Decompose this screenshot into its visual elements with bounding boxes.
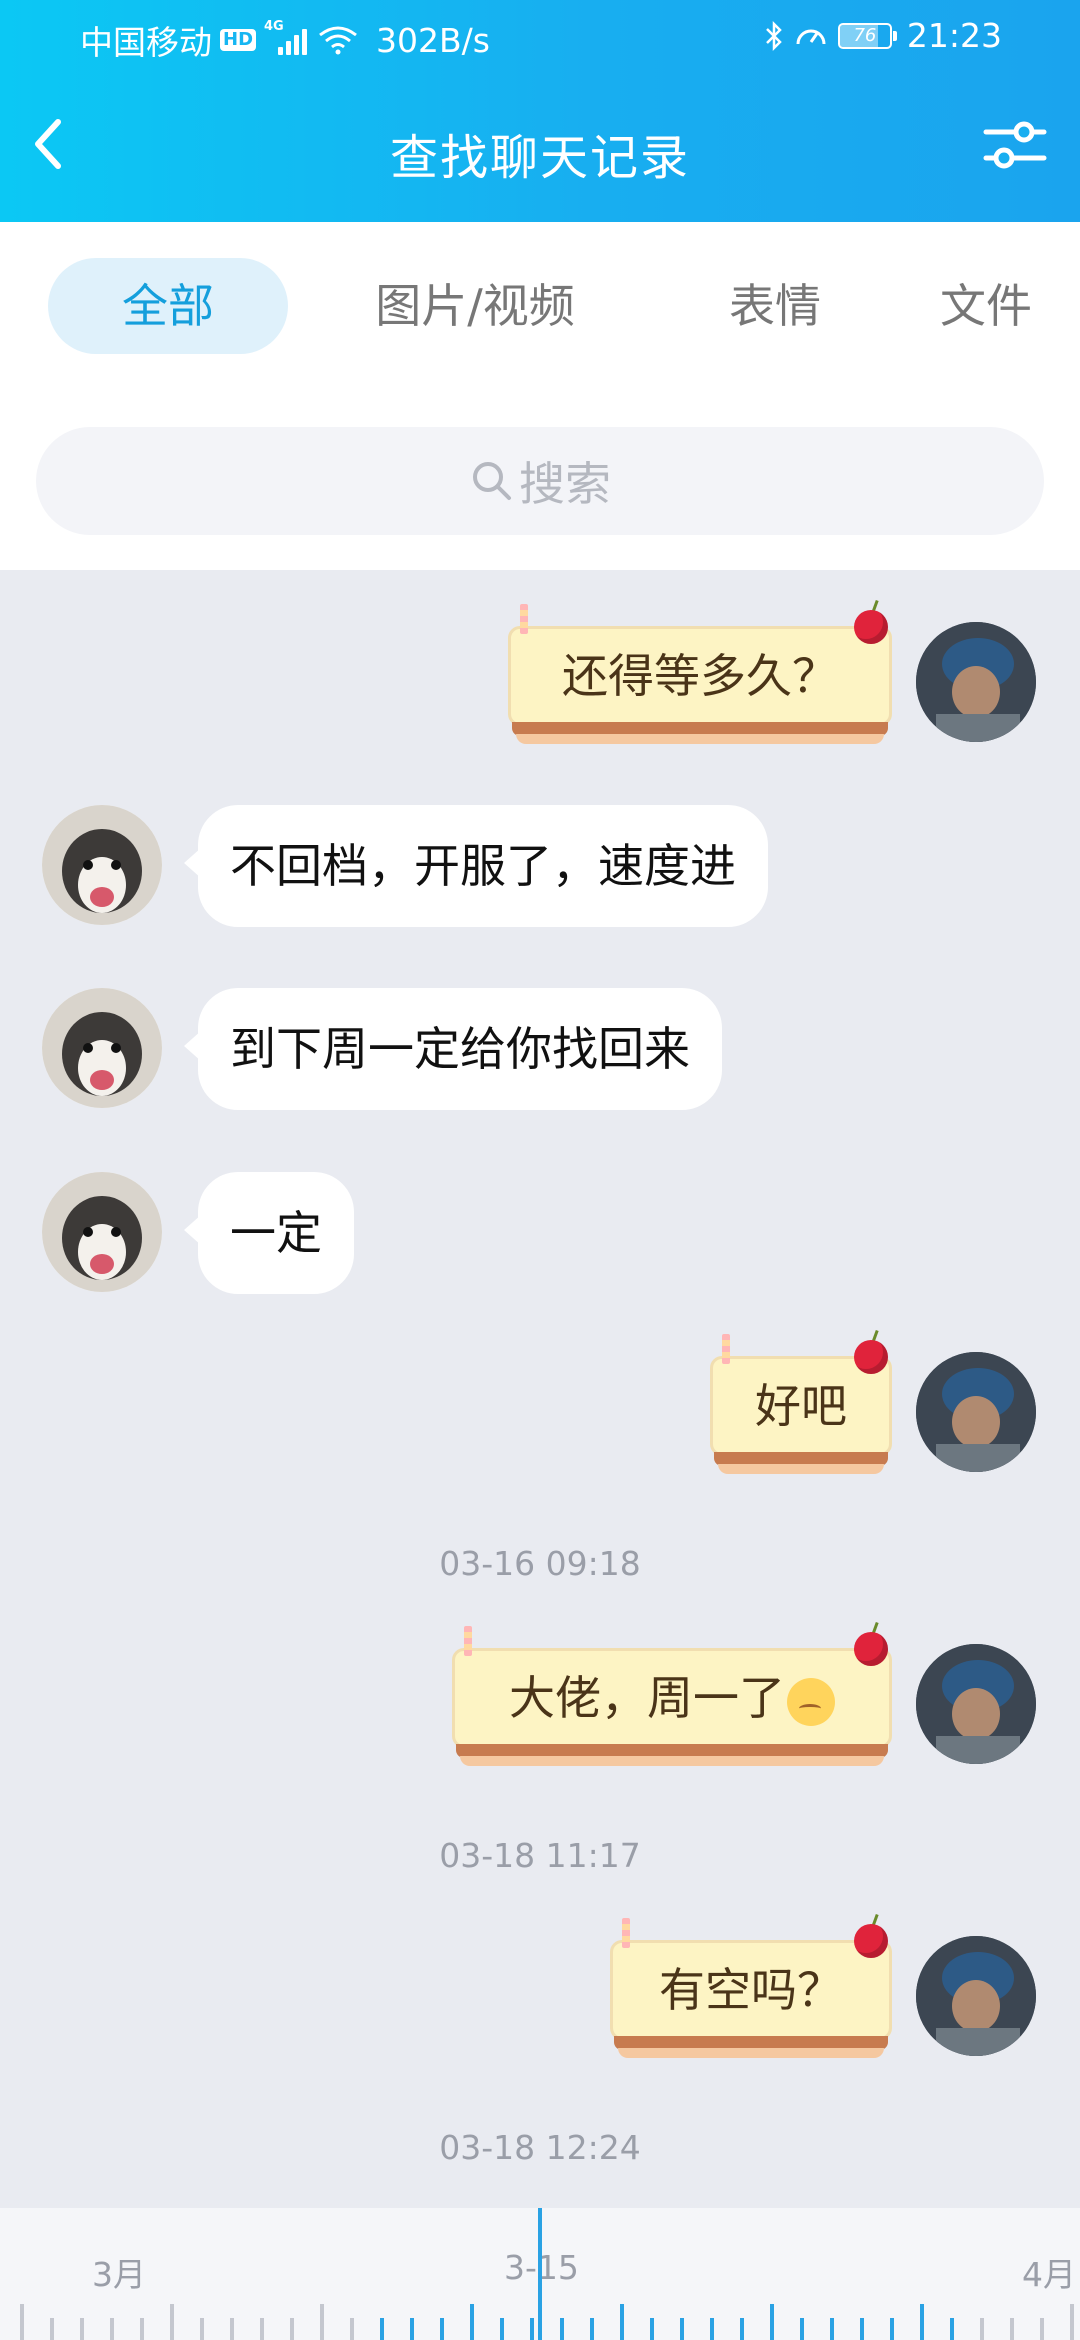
message-bubble-left[interactable]: 不回档，开服了，速度进 [184,805,768,927]
battery-icon: 76 [837,22,897,49]
page-title: 查找聊天记录 [389,130,690,186]
carrier-label: 中国移动 [80,23,212,62]
message-bubble-right[interactable]: 有空吗？ [610,1913,892,2068]
message-bubble-left[interactable]: 到下周一定给你找回来 [184,988,722,1110]
clock: 21:23 [906,16,1002,55]
date-timeline[interactable]: 3月 3-15 4月 [0,2208,1080,2340]
filter-panel: 全部 图片/视频 表情 文件 搜索 [0,222,1080,570]
chat-history[interactable]: 还得等多久？ 不回档，开服了，速度进 到下周一定给你找回来 一定 好吧 03-1… [0,570,1080,2208]
message-text: 还得等多久？ [562,649,838,703]
message-text: 大佬，周一了 [509,1671,785,1725]
app-header: 中国移动 HD 4G 302B/s 76 21:23 查找聊天记录 [0,0,1080,222]
timestamp: 03-16 09:18 [439,1544,641,1583]
status-left: 中国移动 HD 4G 302B/s [80,16,490,64]
tab-files[interactable]: 文件 [940,258,1080,354]
battery-level: 76 [853,24,877,46]
avatar-self[interactable] [916,1352,1036,1472]
search-icon [473,462,511,500]
cellular-signal-icon: 4G [264,19,310,57]
message-text: 有空吗？ [659,1963,843,2017]
speedometer-icon [796,29,826,44]
bluetooth-icon [766,20,782,51]
wifi-icon [319,26,357,55]
avatar-contact[interactable] [42,1172,162,1292]
avatar-self[interactable] [916,622,1036,742]
timestamp: 03-18 12:24 [439,2128,641,2167]
message-bubble-right[interactable]: 还得等多久？ [508,599,892,754]
timestamp: 03-18 11:17 [439,1836,641,1875]
message-bubble-right[interactable]: 好吧 [710,1329,892,1484]
message-bubble-left[interactable]: 一定 [184,1172,354,1294]
status-bar: 中国移动 HD 4G 302B/s 76 21:23 [0,0,1080,72]
sliders-icon[interactable] [980,110,1050,180]
search-placeholder: 搜索 [519,457,611,511]
net-type-label: 4G [264,19,284,34]
tab-images-videos[interactable]: 图片/视频 [340,258,610,354]
network-speed: 302B/s [376,20,490,60]
tab-all[interactable]: 全部 [48,258,288,354]
message-bubble-right[interactable]: 大佬，周一了 [452,1621,892,1776]
avatar-contact[interactable] [42,805,162,925]
status-right: 76 21:23 [764,16,1002,55]
tab-stickers[interactable]: 表情 [690,258,860,354]
hd-badge: HD [220,29,257,51]
message-text: 好吧 [755,1379,847,1433]
avatar-contact[interactable] [42,988,162,1108]
avatar-self[interactable] [916,1936,1036,2056]
avatar-self[interactable] [916,1644,1036,1764]
search-input[interactable]: 搜索 [36,427,1044,535]
timeline-cursor[interactable] [538,2208,542,2340]
category-tabs: 全部 图片/视频 表情 文件 [0,258,1080,354]
sad-face-emoji [787,1677,835,1726]
